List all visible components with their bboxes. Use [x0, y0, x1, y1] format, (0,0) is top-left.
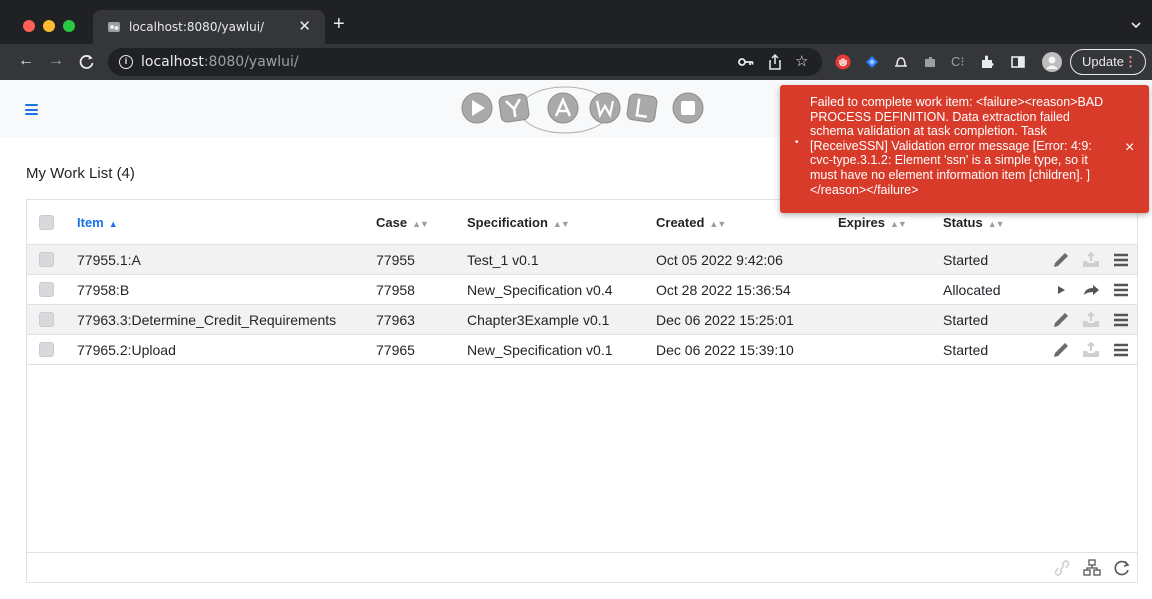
- work-list-table: Item ▲ Case ▲▼ Specification ▲▼ Created ▲▼ E…: [26, 199, 1138, 583]
- specification-cell: New_Specification v0.1: [467, 342, 613, 358]
- hamburger-menu-icon[interactable]: [25, 104, 38, 115]
- item-cell: 77958:B: [77, 282, 130, 298]
- table-row[interactable]: 77963.3:Determine_Credit_Requirements 77…: [27, 305, 1137, 335]
- specification-cell: New_Specification v0.4: [467, 282, 613, 298]
- row-checkbox[interactable]: [39, 312, 54, 327]
- site-favicon-icon: [108, 22, 120, 32]
- list-menu-icon[interactable]: [1111, 280, 1131, 300]
- list-menu-icon[interactable]: [1111, 310, 1131, 330]
- browser-update-button[interactable]: Update ⋮: [1070, 49, 1146, 75]
- extension-blue-diamond-icon[interactable]: [864, 54, 880, 70]
- back-arrow-icon[interactable]: ←: [15, 50, 37, 72]
- column-header-specification[interactable]: Specification ▲▼: [467, 215, 570, 230]
- sort-icon: ▲▼: [412, 219, 429, 229]
- column-header-case[interactable]: Case ▲▼: [376, 215, 429, 230]
- case-cell: 77963: [376, 312, 415, 328]
- pencil-icon[interactable]: [1051, 250, 1071, 270]
- browser-tab[interactable]: localhost:8080/yawlui/ ✕: [93, 10, 325, 44]
- reload-icon[interactable]: [76, 51, 98, 73]
- tab-search-chevron-icon[interactable]: [1130, 19, 1142, 31]
- refresh-icon[interactable]: [1112, 559, 1132, 577]
- window-maximize-button[interactable]: [63, 20, 75, 32]
- forward-arrow-icon[interactable]: →: [45, 50, 67, 72]
- table-row[interactable]: 77958:B 77958 New_Specification v0.4 Oct…: [27, 275, 1137, 305]
- upload-icon[interactable]: [1081, 340, 1101, 360]
- row-checkbox[interactable]: [39, 282, 54, 297]
- column-header-item[interactable]: Item ▲: [77, 215, 118, 230]
- extension-code-icon[interactable]: C⁝: [951, 54, 967, 70]
- window-minimize-button[interactable]: [43, 20, 55, 32]
- tab-close-icon[interactable]: ✕: [298, 17, 311, 35]
- status-cell: Started: [943, 312, 989, 328]
- column-header-expires[interactable]: Expires ▲▼: [838, 215, 907, 230]
- profile-avatar[interactable]: [1042, 52, 1062, 72]
- specification-cell: Test_1 v0.1: [467, 252, 539, 268]
- new-tab-icon[interactable]: +: [333, 14, 345, 34]
- share-icon[interactable]: [766, 53, 784, 71]
- hierarchy-icon[interactable]: [1082, 559, 1102, 577]
- sort-icon: ▲▼: [889, 219, 907, 229]
- browser-tab-bar: localhost:8080/yawlui/ ✕ +: [0, 0, 1152, 44]
- toast-message: Failed to complete work item: <failure><…: [810, 95, 1104, 197]
- upload-icon[interactable]: [1081, 250, 1101, 270]
- list-menu-icon[interactable]: [1111, 250, 1131, 270]
- column-header-status[interactable]: Status ▲▼: [943, 215, 1005, 230]
- sort-icon: ▲▼: [709, 219, 726, 229]
- select-all-checkbox[interactable]: [39, 215, 54, 230]
- link-icon[interactable]: [1052, 559, 1072, 577]
- created-cell: Oct 05 2022 9:42:06: [656, 252, 783, 268]
- sort-ascending-icon: ▲: [108, 219, 118, 229]
- extension-hat-icon[interactable]: [893, 54, 909, 70]
- url-text: localhost:8080/yawlui/: [141, 54, 299, 70]
- browser-toolbar: ← → i localhost:8080/yawlui/ ☆ C⁝ Update…: [0, 44, 1152, 80]
- created-cell: Oct 28 2022 15:36:54: [656, 282, 791, 298]
- item-cell: 77965.2:Upload: [77, 342, 176, 358]
- upload-icon[interactable]: [1081, 310, 1101, 330]
- error-toast: • Failed to complete work item: <failure…: [780, 85, 1149, 213]
- site-info-icon[interactable]: i: [119, 55, 133, 69]
- row-checkbox[interactable]: [39, 342, 54, 357]
- tab-title: localhost:8080/yawlui/: [129, 20, 265, 34]
- status-cell: Allocated: [943, 282, 1001, 298]
- status-cell: Started: [943, 342, 989, 358]
- item-cell: 77963.3:Determine_Credit_Requirements: [77, 312, 337, 328]
- extensions-puzzle-icon[interactable]: [980, 54, 996, 70]
- pencil-icon[interactable]: [1051, 340, 1071, 360]
- created-cell: Dec 06 2022 15:39:10: [656, 342, 794, 358]
- table-footer: [27, 552, 1137, 582]
- created-cell: Dec 06 2022 15:25:01: [656, 312, 794, 328]
- address-bar[interactable]: i localhost:8080/yawlui/ ☆: [108, 48, 822, 76]
- window-close-button[interactable]: [23, 20, 35, 32]
- column-header-created[interactable]: Created ▲▼: [656, 215, 726, 230]
- extension-puzzle-gray-icon[interactable]: [922, 54, 938, 70]
- case-cell: 77965: [376, 342, 415, 358]
- case-cell: 77958: [376, 282, 415, 298]
- pencil-icon[interactable]: [1051, 310, 1071, 330]
- toast-close-icon[interactable]: ×: [1125, 140, 1134, 156]
- play-icon[interactable]: [1051, 280, 1071, 300]
- toast-bullet: •: [795, 137, 799, 148]
- list-menu-icon[interactable]: [1111, 340, 1131, 360]
- page-title: My Work List (4): [26, 165, 135, 182]
- side-panel-icon[interactable]: [1010, 54, 1026, 70]
- table-row[interactable]: 77955.1:A 77955 Test_1 v0.1 Oct 05 2022 …: [27, 245, 1137, 275]
- row-checkbox[interactable]: [39, 252, 54, 267]
- status-cell: Started: [943, 252, 989, 268]
- table-row[interactable]: 77965.2:Upload 77965 New_Specification v…: [27, 335, 1137, 365]
- yawl-logo: [461, 86, 704, 134]
- item-cell: 77955.1:A: [77, 252, 141, 268]
- case-cell: 77955: [376, 252, 415, 268]
- key-icon[interactable]: [737, 53, 755, 71]
- more-menu-icon[interactable]: ⋮: [1124, 50, 1137, 74]
- extension-red-hand-icon[interactable]: [835, 54, 851, 70]
- sort-icon: ▲▼: [552, 219, 570, 229]
- sort-icon: ▲▼: [987, 219, 1005, 229]
- bookmark-star-icon[interactable]: ☆: [795, 53, 813, 71]
- forward-arrow-icon[interactable]: [1081, 280, 1101, 300]
- specification-cell: Chapter3Example v0.1: [467, 312, 610, 328]
